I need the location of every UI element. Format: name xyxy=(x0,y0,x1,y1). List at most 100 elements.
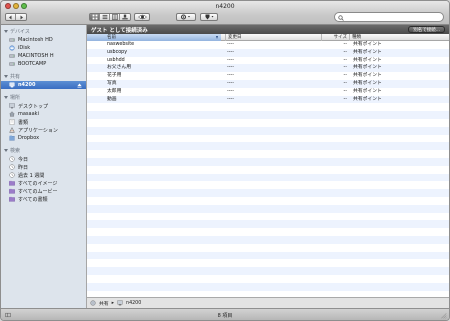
column-view-button[interactable] xyxy=(110,14,120,20)
cell-size: -- xyxy=(343,73,347,79)
sidebar-section-shared[interactable]: 共有 xyxy=(4,73,20,80)
connection-banner: ゲスト として接続済み 別名で接続... xyxy=(87,25,449,34)
status-bar: 8 項目 xyxy=(1,308,449,320)
empty-row xyxy=(87,181,449,189)
sidebar-item-all-documents[interactable]: すべての書類 xyxy=(1,195,86,203)
disclosure-triangle-icon xyxy=(4,149,8,152)
cell-modified: ---- xyxy=(227,96,234,102)
sidebar-section-places[interactable]: 場所 xyxy=(4,94,20,101)
sidebar-item-desktop[interactable]: デスクトップ xyxy=(1,102,86,110)
sidebar-item-macintosh-hd[interactable]: Macintosh HD xyxy=(1,36,86,44)
empty-row xyxy=(87,158,449,166)
documents-icon xyxy=(9,119,15,125)
cell-name: 写真 xyxy=(107,81,117,86)
back-button[interactable] xyxy=(6,14,16,20)
cell-kind: 共有ポイント xyxy=(353,96,382,102)
view-mode-control xyxy=(89,13,131,21)
cell-kind: 共有ポイント xyxy=(353,49,382,55)
column-header-modified[interactable]: 変更日 xyxy=(225,34,321,41)
cell-name: 花子用 xyxy=(107,73,122,79)
clock-icon xyxy=(9,156,15,162)
cell-name: 太郎用 xyxy=(107,88,122,94)
path-item[interactable]: 共有 xyxy=(99,300,109,307)
sidebar-item-applications[interactable]: アプリケーション xyxy=(1,126,86,134)
column-header-name[interactable]: 名前 xyxy=(87,34,221,41)
column-header-size[interactable]: サイズ xyxy=(321,34,349,41)
sidebar-item-dropbox[interactable]: Dropbox xyxy=(1,134,86,142)
column-headers: 名前 変更日 サイズ 種類 xyxy=(87,34,449,41)
table-row[interactable]: usbhdd ---- -- 共有ポイント xyxy=(87,57,449,65)
sidebar-item-macintosh-h[interactable]: MACINTOSH H xyxy=(1,52,86,60)
table-row[interactable]: usbcopy ---- -- 共有ポイント xyxy=(87,48,449,57)
sidebar-item-yesterday[interactable]: 昨日 xyxy=(1,163,86,171)
clock-icon xyxy=(9,172,15,178)
cell-size: -- xyxy=(343,57,347,63)
table-row[interactable]: 太郎用 ---- -- 共有ポイント xyxy=(87,88,449,96)
column-header-kind[interactable]: 種類 xyxy=(349,34,449,41)
forward-button[interactable] xyxy=(16,14,26,20)
desktop-icon xyxy=(9,103,15,109)
purple-folder-icon xyxy=(9,196,15,202)
empty-row xyxy=(87,228,449,236)
table-row[interactable]: 写真 ---- -- 共有ポイント xyxy=(87,80,449,88)
disclosure-triangle-icon xyxy=(4,75,8,78)
disclosure-triangle-icon xyxy=(4,96,8,99)
sidebar-section-search[interactable]: 検索 xyxy=(4,147,20,154)
cell-modified: ---- xyxy=(227,65,234,71)
action-button[interactable] xyxy=(176,13,196,21)
table-row[interactable]: お父さん用 ---- -- 共有ポイント xyxy=(87,64,449,73)
cell-size: -- xyxy=(343,96,347,102)
sidebar-item-bootcamp[interactable]: BOOTCAMP xyxy=(1,60,86,68)
shield-icon xyxy=(205,14,213,20)
path-bar: 共有 ▸ n4200 xyxy=(87,297,449,308)
sidebar-item-documents[interactable]: 書類 xyxy=(1,118,86,126)
sidebar-item-today[interactable]: 今日 xyxy=(1,155,86,163)
path-separator: ▸ xyxy=(111,300,115,306)
sidebar-item-n4200[interactable]: n4200 xyxy=(1,81,86,89)
eye-icon xyxy=(137,14,147,20)
empty-row xyxy=(87,251,449,260)
icon-view-button[interactable] xyxy=(90,14,100,20)
path-item[interactable]: n4200 xyxy=(126,301,141,306)
search-icon xyxy=(338,14,344,21)
gear-icon xyxy=(181,14,190,20)
cell-size: -- xyxy=(343,49,347,55)
sidebar-item-home[interactable]: masaaki xyxy=(1,110,86,118)
sidebar-item-all-images[interactable]: すべてのイメージ xyxy=(1,179,86,187)
file-list: naswebsite ---- -- 共有ポイント usbcopy ---- -- 共有ポイン… xyxy=(87,41,449,292)
eject-icon[interactable] xyxy=(77,83,82,88)
cell-modified: ---- xyxy=(227,73,234,79)
resize-handle-icon[interactable] xyxy=(440,312,447,319)
empty-row xyxy=(87,282,449,291)
cell-modified: ---- xyxy=(227,88,234,94)
cell-name: naswebsite xyxy=(107,42,135,47)
connect-as-button[interactable]: 別名で接続... xyxy=(408,26,445,33)
server-icon xyxy=(9,82,15,88)
empty-row xyxy=(87,173,449,182)
sidebar-item-idisk[interactable]: iDisk xyxy=(1,44,86,52)
empty-row xyxy=(87,220,449,229)
sidebar-item-all-movies[interactable]: すべてのムービー xyxy=(1,187,86,195)
icon-view-icon xyxy=(92,14,97,20)
search-field[interactable] xyxy=(334,12,444,22)
sidebar: デバイス Macintosh HD iDisk MACINTOSH H BOOT… xyxy=(1,25,87,308)
list-view-button[interactable] xyxy=(100,14,110,20)
empty-row xyxy=(87,259,449,267)
list-view-icon xyxy=(102,14,107,20)
server-icon xyxy=(117,300,123,306)
quicklook-button[interactable] xyxy=(134,13,150,21)
finder-window: n4200 デバイス Macintosh HD iDisk MACINTOSH … xyxy=(0,0,450,321)
table-row[interactable]: naswebsite ---- -- 共有ポイント xyxy=(87,41,449,49)
table-row[interactable]: 動画 ---- -- 共有ポイント xyxy=(87,95,449,104)
cell-kind: 共有ポイント xyxy=(353,57,382,63)
table-row[interactable]: 花子用 ---- -- 共有ポイント xyxy=(87,72,449,80)
window-title: n4200 xyxy=(215,3,235,10)
sidebar-section-devices[interactable]: デバイス xyxy=(4,28,30,35)
forward-arrow-icon xyxy=(20,15,23,19)
sidebar-item-past-week[interactable]: 過去 1 週間 xyxy=(1,171,86,179)
coverflow-view-button[interactable] xyxy=(120,14,130,20)
home-icon xyxy=(9,111,15,117)
toolbar: n4200 xyxy=(1,1,449,25)
share-button[interactable] xyxy=(200,13,218,21)
search-input[interactable] xyxy=(346,13,441,21)
